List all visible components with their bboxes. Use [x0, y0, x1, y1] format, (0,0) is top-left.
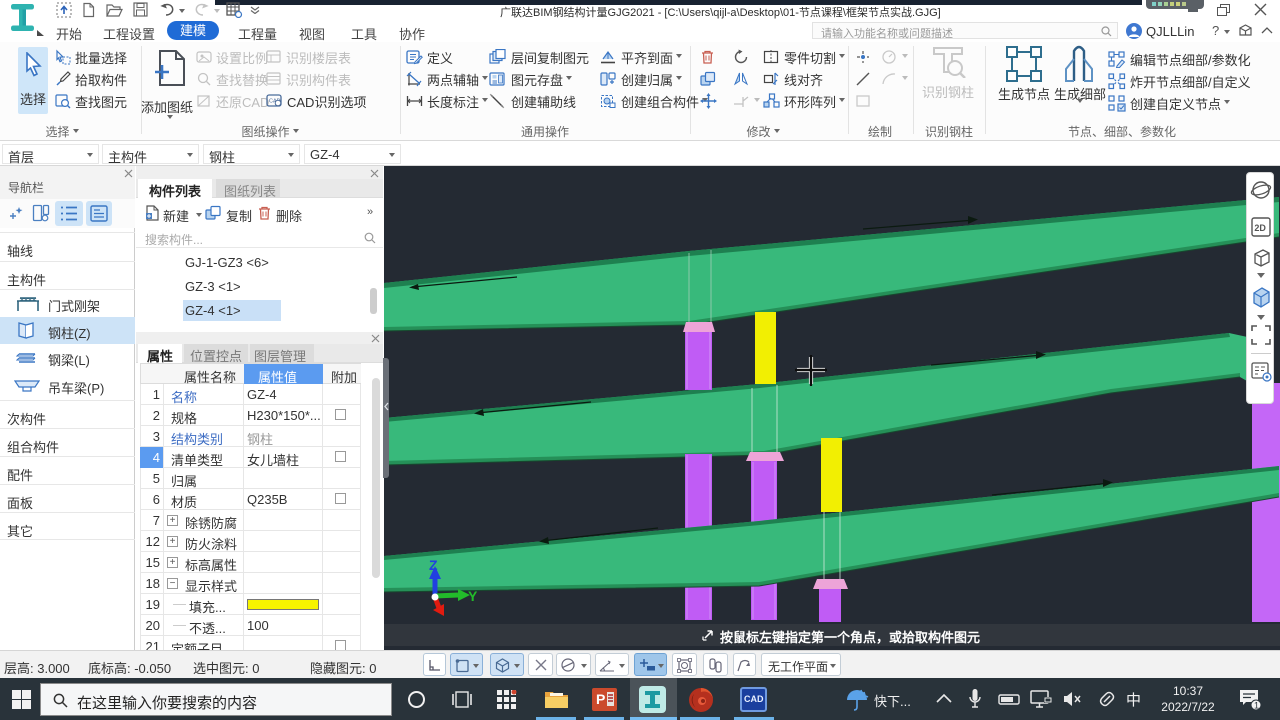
- svg-text:Y: Y: [468, 588, 478, 604]
- svg-text:2D: 2D: [1254, 223, 1266, 233]
- svg-text:1: 1: [1254, 701, 1259, 711]
- svg-text:Z: Z: [429, 557, 438, 573]
